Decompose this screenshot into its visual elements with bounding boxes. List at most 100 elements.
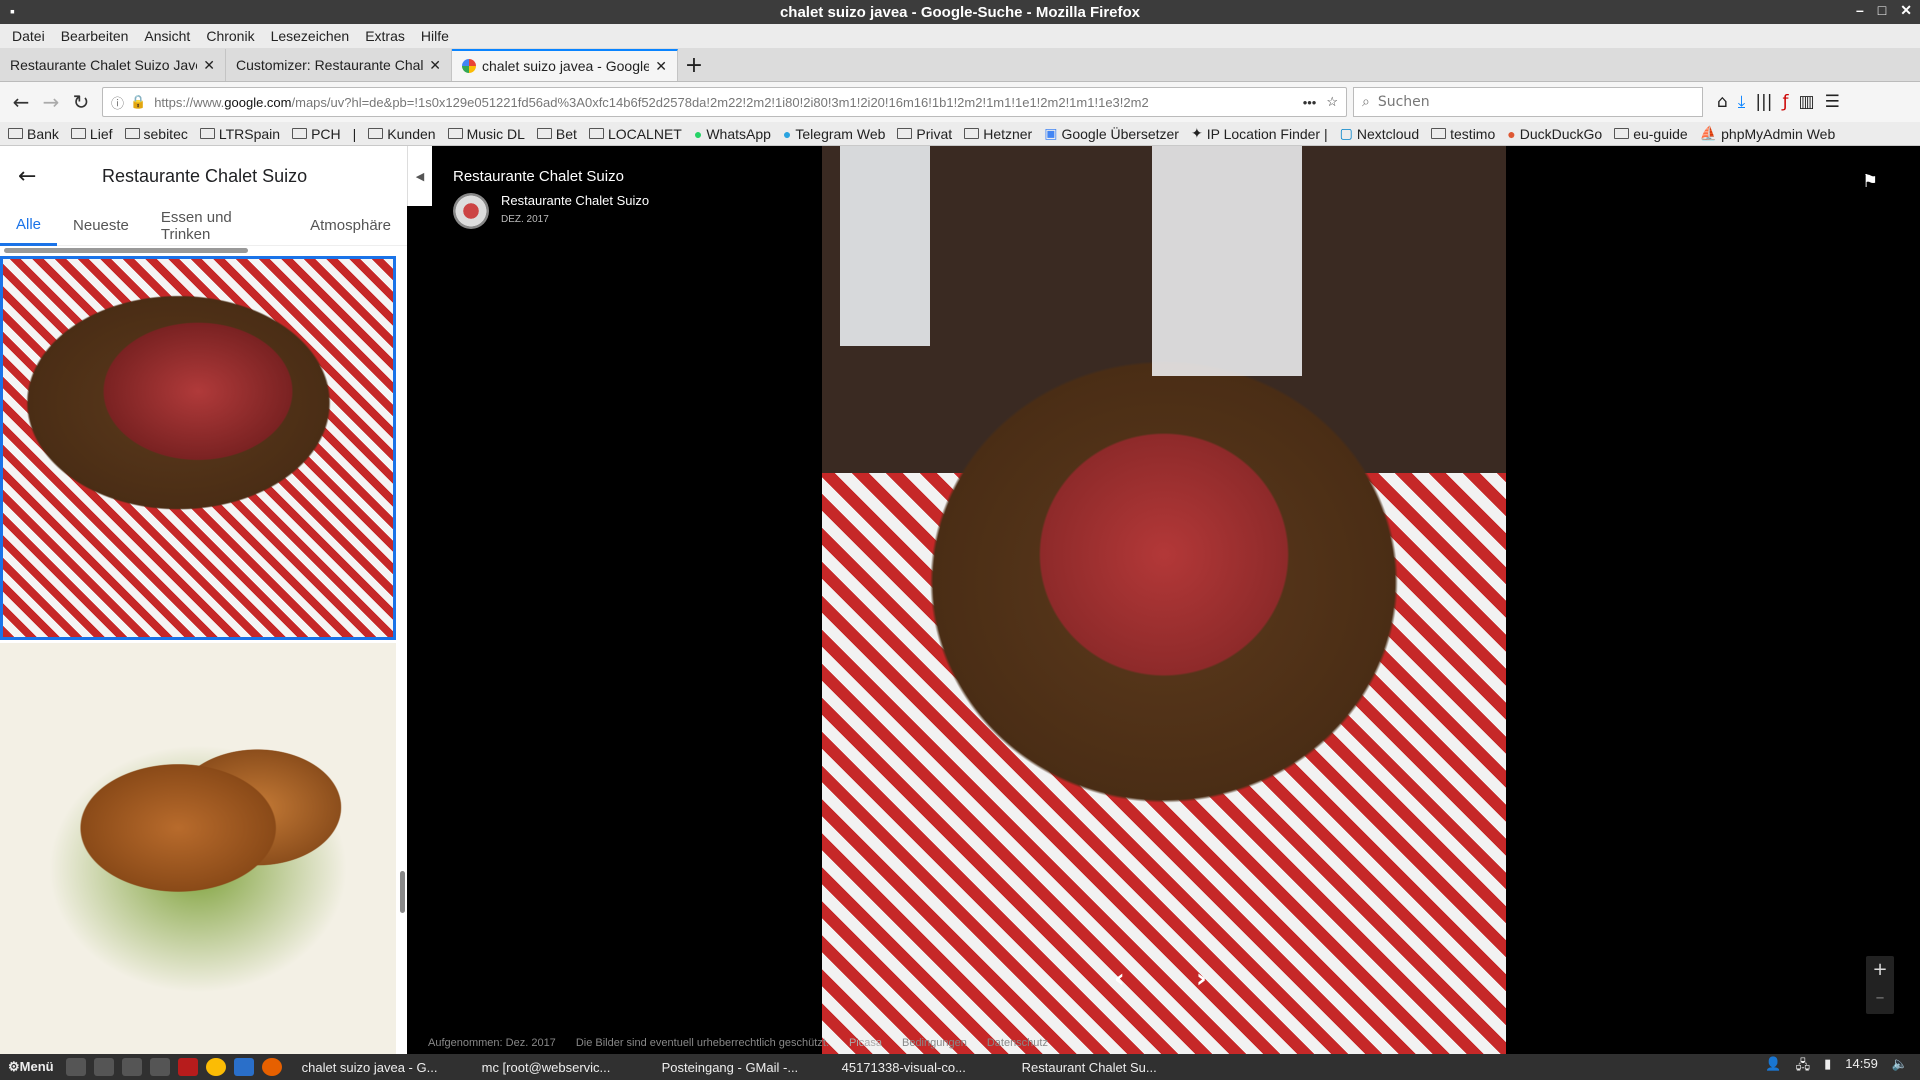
tab-label: chalet suizo javea - Google	[482, 58, 650, 74]
download-icon[interactable]: ⤓	[1738, 92, 1746, 112]
page-actions-icon[interactable]: •••	[1303, 95, 1317, 110]
thumbnail-grilled-chicken[interactable]	[0, 643, 396, 1054]
battery-icon[interactable]: ▮	[1824, 1056, 1831, 1078]
tab-alle[interactable]: Alle	[0, 206, 58, 246]
start-menu-button[interactable]: ⚙Menü	[0, 1059, 62, 1075]
tabs-scrollbar[interactable]	[4, 248, 248, 253]
menu-hilfe[interactable]: Hilfe	[421, 28, 449, 44]
menu-lesezeichen[interactable]: Lesezeichen	[271, 28, 350, 44]
tab-neueste[interactable]: Neueste	[57, 206, 145, 246]
bookmark-item[interactable]: Privat	[897, 126, 952, 142]
folder-icon[interactable]	[121, 1058, 142, 1076]
close-window-button[interactable]: ✕	[1900, 2, 1912, 19]
tab-google-search[interactable]: chalet suizo javea - Google ✕	[452, 49, 678, 81]
new-tab-button[interactable]: +	[678, 49, 710, 81]
window-titlebar: ▪ chalet suizo javea - Google-Suche - Mo…	[0, 0, 1920, 24]
bookmark-item[interactable]: eu-guide	[1614, 126, 1688, 142]
volume-icon[interactable]: 🔈	[1892, 1056, 1908, 1078]
tab-customizer[interactable]: Customizer: Restaurante Chalet ✕	[226, 49, 452, 81]
author-name[interactable]: Restaurante Chalet Suizo	[501, 193, 649, 208]
library-icon[interactable]: |||	[1755, 92, 1772, 112]
minimize-button[interactable]: –	[1856, 2, 1864, 19]
task-restaurant[interactable]: Restaurant Chalet Su...	[1016, 1060, 1186, 1075]
bookmark-item[interactable]: Music DL	[447, 126, 525, 142]
reload-button[interactable]: ↻	[66, 87, 96, 117]
bookmark-item[interactable]: ● WhatsApp	[694, 126, 771, 142]
zoom-in-button[interactable]: +	[1866, 956, 1894, 984]
tab-atmosphaere[interactable]: Atmosphäre	[294, 206, 407, 246]
sidebar-scrollbar[interactable]	[400, 871, 405, 913]
folder-icon	[292, 128, 308, 139]
bookmark-item[interactable]: Bank	[8, 126, 59, 142]
user-icon[interactable]: 👤	[1765, 1056, 1781, 1078]
zoom-out-button[interactable]: –	[1866, 984, 1894, 1012]
flash-icon[interactable]: ƒ	[1783, 92, 1789, 112]
privacy-link[interactable]: Datenschutz	[987, 1037, 1048, 1049]
sidebar-icon[interactable]: ▥	[1799, 92, 1815, 112]
network-icon[interactable]: 🖧	[1796, 1056, 1811, 1078]
clock[interactable]: 14:59	[1845, 1056, 1878, 1078]
chrome-icon[interactable]	[205, 1058, 226, 1076]
author-avatar[interactable]	[453, 193, 489, 229]
bookmark-item[interactable]: ● Telegram Web	[783, 126, 885, 142]
bookmark-item[interactable]: ⛵ phpMyAdmin Web	[1700, 125, 1836, 142]
bookmark-item[interactable]: ▢ Nextcloud	[1340, 125, 1420, 142]
terms-link[interactable]: Bedingungen	[902, 1037, 967, 1049]
bookmark-item[interactable]: Bet	[536, 126, 577, 142]
close-tab-icon[interactable]: ✕	[655, 58, 667, 75]
bookmark-item[interactable]: ● DuckDuckGo	[1507, 126, 1602, 142]
report-flag-icon[interactable]: ⚑	[1862, 171, 1878, 192]
task-firefox[interactable]: chalet suizo javea - G...	[296, 1060, 466, 1075]
bookmark-item[interactable]: LOCALNET	[588, 126, 682, 142]
home-icon[interactable]: ⌂	[1717, 92, 1728, 112]
tab-essen-und-trinken[interactable]: Essen und Trinken	[145, 206, 294, 246]
navigation-toolbar: ← → ↻ ⓘ 🔒 https://www.google.com/maps/uv…	[0, 82, 1920, 122]
files-icon[interactable]	[65, 1058, 86, 1076]
url-bar[interactable]: ⓘ 🔒 https://www.google.com/maps/uv?hl=de…	[102, 87, 1347, 117]
bookmark-item[interactable]: LTRSpain	[199, 126, 280, 142]
maximize-button[interactable]: □	[1878, 2, 1886, 19]
task-terminal[interactable]: mc [root@webservic...	[476, 1060, 646, 1075]
filezilla-icon[interactable]	[177, 1058, 198, 1076]
bookmark-item[interactable]: ▣ Google Übersetzer	[1044, 125, 1179, 142]
window-menu-icon[interactable]: ▪	[10, 3, 15, 19]
firefox-icon[interactable]	[261, 1058, 282, 1076]
folder-icon	[8, 128, 23, 139]
menu-extras[interactable]: Extras	[365, 28, 405, 44]
printer-icon[interactable]	[149, 1058, 170, 1076]
close-tab-icon[interactable]: ✕	[429, 57, 441, 74]
info-icon[interactable]: ⓘ	[111, 93, 124, 112]
back-button[interactable]: ←	[6, 87, 36, 117]
tab-restaurante[interactable]: Restaurante Chalet Suizo Javea ✕	[0, 49, 226, 81]
bookmark-item[interactable]: testimo	[1431, 126, 1495, 142]
bookmark-star-icon[interactable]: ☆	[1326, 94, 1338, 110]
os-taskbar: ⚙Menü chalet suizo javea - G... mc [root…	[0, 1054, 1920, 1080]
menu-chronik[interactable]: Chronik	[206, 28, 254, 44]
folder-icon	[124, 128, 140, 139]
menu-bearbeiten[interactable]: Bearbeiten	[61, 28, 129, 44]
url-text: https://www.google.com/maps/uv?hl=de&pb=…	[154, 94, 1149, 110]
close-tab-icon[interactable]: ✕	[203, 57, 215, 74]
task-document[interactable]: 45171338-visual-co...	[836, 1060, 1006, 1075]
terminal-icon[interactable]	[93, 1058, 114, 1076]
thumbnail-charcuterie-board[interactable]	[0, 256, 396, 640]
bookmark-item[interactable]: Lief	[70, 126, 113, 142]
bookmark-item[interactable]: sebitec	[124, 126, 188, 142]
bookmark-item[interactable]: Kunden	[368, 126, 436, 142]
bookmark-item[interactable]: Hetzner	[964, 126, 1032, 142]
next-photo-icon[interactable]: ›	[1196, 964, 1207, 994]
forward-button[interactable]: →	[36, 87, 66, 117]
collapse-sidebar-button[interactable]: ◀	[407, 146, 432, 206]
hamburger-menu-icon[interactable]: ☰	[1825, 92, 1840, 112]
menu-ansicht[interactable]: Ansicht	[144, 28, 190, 44]
bookmark-item[interactable]: ✦ IP Location Finder |	[1191, 125, 1328, 142]
picasa-link[interactable]: Picasa	[849, 1037, 882, 1049]
bookmark-separator: |	[352, 125, 357, 142]
bookmark-item[interactable]: PCH	[292, 126, 341, 142]
task-thunderbird[interactable]: Posteingang - GMail -...	[656, 1060, 826, 1075]
back-arrow-icon[interactable]: ←	[18, 164, 78, 189]
thunderbird-icon[interactable]	[233, 1058, 254, 1076]
previous-photo-icon[interactable]: ‹	[1114, 964, 1125, 994]
search-input[interactable]: ⌕ Suchen	[1353, 87, 1703, 117]
menu-datei[interactable]: Datei	[12, 28, 45, 44]
